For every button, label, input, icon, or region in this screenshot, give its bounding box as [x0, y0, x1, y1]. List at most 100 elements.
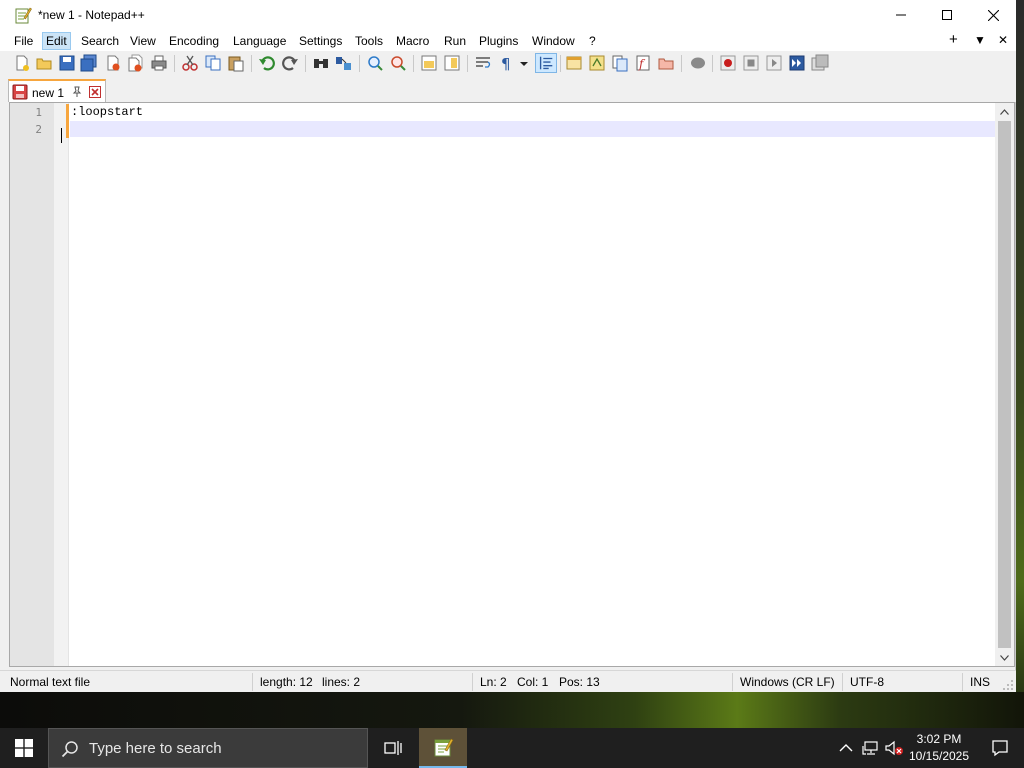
user-defined-language-icon[interactable] [565, 54, 583, 72]
desktop-background-strip [0, 692, 1024, 728]
menu-file[interactable]: File [11, 32, 36, 50]
cut-icon[interactable] [181, 54, 199, 72]
modified-line-marker [66, 104, 69, 138]
tab-label: new 1 [32, 86, 65, 100]
show-all-chars-icon[interactable]: ¶ [497, 54, 515, 72]
scroll-up-arrow-icon[interactable] [995, 103, 1014, 120]
document-list-icon[interactable] [611, 54, 629, 72]
status-position: Pos: 13 [559, 675, 600, 689]
doc-map-icon[interactable] [588, 54, 606, 72]
sync-horizontal-icon[interactable] [443, 54, 461, 72]
tab-new-1[interactable]: new 1 [8, 79, 106, 102]
windows-logo-icon [15, 739, 33, 757]
save-icon[interactable] [58, 54, 76, 72]
status-eol-format[interactable]: Windows (CR LF) [740, 675, 835, 689]
open-file-icon[interactable] [35, 54, 53, 72]
svg-text:¶: ¶ [501, 55, 511, 72]
word-wrap-icon[interactable] [474, 54, 492, 72]
save-macro-icon[interactable] [811, 54, 829, 72]
tab-list-dropdown-icon[interactable]: ▼ [974, 33, 986, 47]
toolbar-separator [712, 55, 713, 72]
minimize-icon [896, 14, 906, 16]
toolbar-separator [359, 55, 360, 72]
menu-help[interactable]: ? [586, 32, 599, 50]
menu-plugins[interactable]: Plugins [476, 32, 521, 50]
toolbar-separator [251, 55, 252, 72]
indent-guide-icon[interactable] [535, 53, 557, 73]
line-number: 1 [35, 106, 42, 119]
action-center-button[interactable] [980, 728, 1020, 768]
window-title: *new 1 - Notepad++ [38, 8, 145, 22]
menu-edit[interactable]: Edit [42, 32, 71, 50]
menu-language[interactable]: Language [230, 32, 289, 50]
toolbar-separator [467, 55, 468, 72]
volume-muted-icon[interactable] [884, 738, 904, 758]
resize-grip-icon[interactable] [1002, 679, 1014, 691]
task-view-button[interactable] [371, 728, 415, 768]
search-placeholder: Type here to search [89, 740, 222, 757]
close-tab-icon[interactable] [89, 86, 101, 98]
new-tab-plus-icon[interactable]: + [949, 31, 958, 48]
close-all-icon[interactable] [127, 54, 145, 72]
taskbar-notepadpp-button[interactable] [419, 728, 467, 768]
menu-view[interactable]: View [127, 32, 159, 50]
undo-icon[interactable] [258, 54, 276, 72]
run-macro-multiple-icon[interactable] [788, 54, 806, 72]
toolbar-separator [174, 55, 175, 72]
menu-tools[interactable]: Tools [352, 32, 386, 50]
status-doc-type: Normal text file [10, 675, 91, 689]
zoom-out-icon[interactable] [389, 54, 407, 72]
find-icon[interactable] [312, 54, 330, 72]
chevron-down-icon[interactable] [517, 54, 531, 72]
code-line[interactable]: :loopstart [70, 104, 995, 120]
code-line-current[interactable] [70, 121, 995, 137]
copy-icon[interactable] [204, 54, 222, 72]
minimize-button[interactable] [878, 0, 924, 30]
new-file-icon[interactable] [13, 54, 31, 72]
record-macro-icon[interactable] [719, 54, 737, 72]
replace-icon[interactable] [335, 54, 353, 72]
title-bar[interactable]: *new 1 - Notepad++ [0, 0, 1016, 30]
folder-workspace-icon[interactable] [657, 54, 675, 72]
sync-vertical-icon[interactable] [420, 54, 438, 72]
paste-icon[interactable] [227, 54, 245, 72]
menu-encoding[interactable]: Encoding [166, 32, 222, 50]
close-document-icon[interactable]: ✕ [998, 33, 1008, 47]
status-column: Col: 1 [517, 675, 549, 689]
unsaved-file-icon [12, 84, 28, 100]
menu-macro[interactable]: Macro [393, 32, 432, 50]
play-macro-icon[interactable] [765, 54, 783, 72]
close-file-icon[interactable] [104, 54, 122, 72]
scroll-down-arrow-icon[interactable] [995, 649, 1014, 666]
monitoring-icon[interactable] [689, 54, 707, 72]
editor-area[interactable]: 1 2 :loopstart [9, 102, 1015, 667]
redo-icon[interactable] [281, 54, 299, 72]
show-hidden-icons-chevron-up-icon[interactable] [836, 738, 856, 758]
menu-window[interactable]: Window [529, 32, 578, 50]
function-list-icon[interactable]: f [634, 54, 652, 72]
vertical-scrollbar[interactable] [995, 103, 1014, 666]
maximize-button[interactable] [924, 0, 970, 30]
close-window-button[interactable] [970, 0, 1016, 30]
status-separator [842, 673, 843, 691]
clock-time: 3:02 PM [916, 732, 962, 746]
status-encoding[interactable]: UTF-8 [850, 675, 884, 689]
menu-settings[interactable]: Settings [296, 32, 345, 50]
taskbar-clock[interactable]: 3:02 PM 10/15/2025 [903, 731, 975, 765]
status-insert-mode[interactable]: INS [970, 675, 990, 689]
print-icon[interactable] [150, 54, 168, 72]
menu-search[interactable]: Search [78, 32, 122, 50]
start-button[interactable] [0, 728, 48, 768]
stop-macro-icon[interactable] [742, 54, 760, 72]
pin-icon[interactable] [71, 86, 83, 98]
taskbar-search-box[interactable]: Type here to search [48, 728, 368, 768]
desktop-background [1016, 0, 1024, 728]
toolbar: ¶ f [0, 51, 1016, 76]
fold-margin[interactable] [54, 103, 68, 666]
scrollbar-thumb[interactable] [998, 121, 1011, 648]
toolbar-separator [681, 55, 682, 72]
network-icon[interactable] [861, 738, 881, 758]
zoom-in-icon[interactable] [366, 54, 384, 72]
menu-run[interactable]: Run [441, 32, 469, 50]
save-all-icon[interactable] [80, 54, 98, 72]
